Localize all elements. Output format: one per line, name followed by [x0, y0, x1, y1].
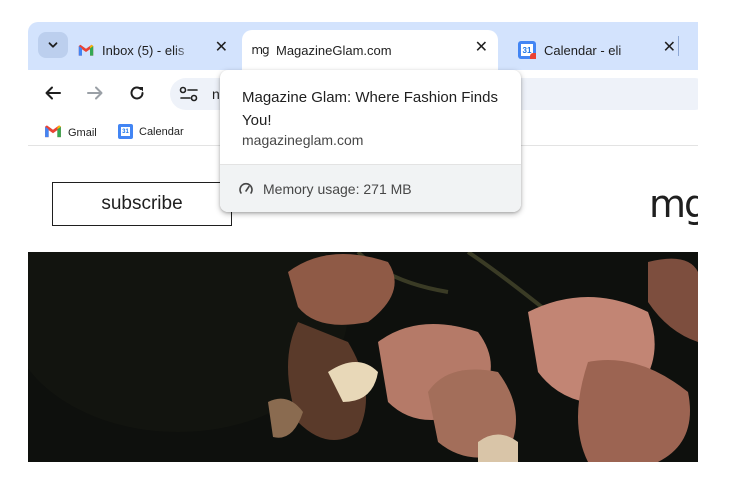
calendar-icon-corner [530, 53, 536, 59]
hover-card-title: Magazine Glam: Where Fashion Finds You! [242, 89, 498, 129]
gmail-icon [44, 124, 62, 141]
reload-icon [130, 86, 144, 100]
tab-title: Inbox (5) - elis [102, 42, 185, 58]
chevron-down-icon [48, 42, 58, 48]
forward-button[interactable] [82, 80, 108, 106]
forward-arrow-icon [87, 86, 103, 100]
calendar-icon: 31 [118, 124, 133, 139]
bookmark-label: Gmail [68, 126, 97, 139]
site-info-icon[interactable] [178, 85, 200, 108]
tab-close-icon[interactable]: ✕ [475, 40, 488, 56]
back-button[interactable] [40, 80, 66, 106]
mg-site-icon: mg [251, 43, 269, 57]
tab-title: MagazineGlam.com [276, 42, 392, 58]
calendar-icon: 31 [518, 41, 536, 59]
reload-button[interactable] [124, 80, 150, 106]
tab-search-button[interactable] [38, 32, 68, 58]
site-logo[interactable]: mg [649, 182, 698, 226]
calendar-icon-face: 31 [121, 127, 130, 136]
bookmark-calendar[interactable]: 31 Calendar [118, 124, 184, 139]
tab-title: Calendar - eli [544, 42, 622, 58]
back-arrow-icon [45, 86, 61, 100]
tab-close-icon[interactable]: ✕ [663, 40, 676, 56]
subscribe-button[interactable]: subscribe [52, 182, 232, 226]
hover-card-domain: magazineglam.com [242, 132, 364, 148]
bookmark-gmail[interactable]: Gmail [44, 124, 97, 141]
memory-usage-text: Memory usage: 271 MB [263, 180, 412, 197]
tab-hover-card: Magazine Glam: Where Fashion Finds You! … [220, 70, 521, 212]
tab-separator [678, 36, 679, 56]
gmail-icon [78, 42, 94, 58]
tab-magazineglam[interactable]: mg MagazineGlam.com ✕ [242, 30, 498, 70]
tab-close-icon[interactable]: ✕ [215, 40, 228, 56]
tab-gmail[interactable]: Inbox (5) - elis ✕ [78, 30, 238, 70]
tab-strip: Inbox (5) - elis ✕ mg MagazineGlam.com ✕… [28, 22, 698, 70]
speedometer-icon [239, 182, 253, 194]
flower-photo [28, 252, 698, 462]
address-text: n [212, 86, 220, 102]
hover-card-memory: Memory usage: 271 MB [220, 164, 521, 212]
tab-calendar[interactable]: 31 Calendar - eli ✕ [516, 30, 686, 70]
bookmark-label: Calendar [139, 125, 184, 138]
hero-image [28, 252, 698, 462]
